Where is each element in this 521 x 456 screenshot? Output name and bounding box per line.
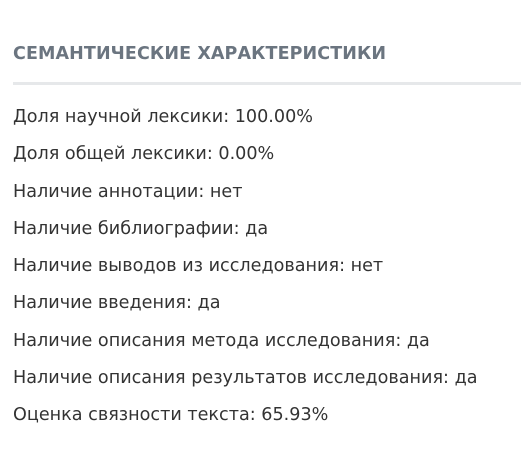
- characteristic-results-description: Наличие описания результатов исследовани…: [13, 368, 478, 389]
- characteristic-text-coherence: Оценка связности текста: 65.93%: [13, 405, 329, 426]
- characteristic-label: Оценка связности текста: [13, 405, 250, 426]
- characteristic-value: да: [197, 293, 221, 314]
- characteristic-value: нет: [209, 181, 243, 202]
- characteristic-label: Наличие введения: [13, 293, 187, 314]
- semantic-characteristics-panel: СЕМАНТИЧЕСКИЕ ХАРАКТЕРИСТИКИ Доля научно…: [0, 0, 521, 456]
- characteristic-method-description: Наличие описания метода исследования: да: [13, 330, 430, 351]
- characteristic-general-vocabulary: Доля общей лексики: 0.00%: [13, 144, 275, 165]
- characteristic-label: Наличие описания метода исследования: [13, 330, 396, 351]
- characteristic-conclusions: Наличие выводов из исследования: нет: [13, 256, 384, 277]
- characteristic-abstract: Наличие аннотации: нет: [13, 181, 243, 202]
- characteristic-value: 100.00%: [234, 107, 313, 127]
- characteristic-value: да: [245, 218, 269, 239]
- characteristic-label: Наличие описания результатов исследовани…: [13, 368, 444, 389]
- characteristic-value: нет: [350, 256, 384, 277]
- characteristic-introduction: Наличие введения: да: [13, 293, 221, 314]
- characteristic-label: Доля общей лексики: [13, 144, 207, 165]
- characteristic-label: Наличие выводов из исследования: [13, 256, 340, 277]
- characteristic-label: Наличие аннотации: [13, 181, 199, 202]
- characteristic-value: да: [454, 368, 478, 389]
- section-title: СЕМАНТИЧЕСКИЕ ХАРАКТЕРИСТИКИ: [13, 44, 387, 64]
- characteristic-bibliography: Наличие библиографии: да: [13, 218, 269, 239]
- characteristic-value: 0.00%: [218, 144, 275, 165]
- section-divider: [13, 82, 521, 85]
- characteristic-value: да: [406, 330, 430, 351]
- characteristic-value: 65.93%: [261, 405, 329, 426]
- characteristic-scientific-vocabulary: Доля научной лексики: 100.00%: [13, 107, 313, 127]
- characteristics-list: Доля научной лексики: 100.00% Доля общей…: [13, 103, 478, 439]
- characteristic-label: Доля научной лексики: [13, 107, 224, 127]
- characteristic-label: Наличие библиографии: [13, 218, 234, 239]
